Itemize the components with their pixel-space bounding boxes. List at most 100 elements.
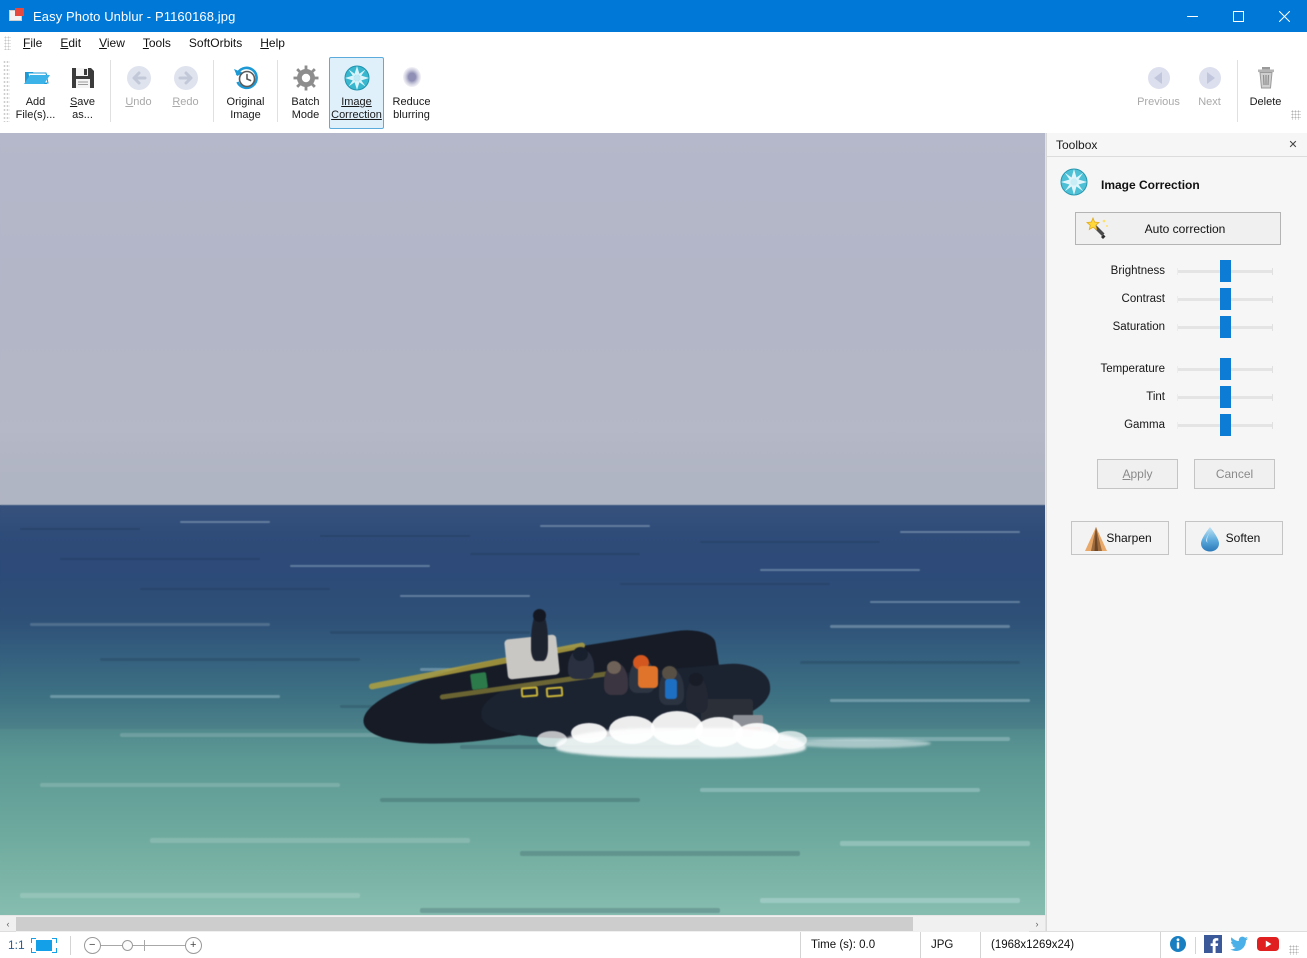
photo-image [0,133,1045,915]
youtube-icon[interactable] [1257,936,1279,955]
slider-track-brightness[interactable] [1177,260,1273,282]
scroll-right-arrow[interactable]: › [1029,916,1045,932]
minimize-button[interactable] [1169,0,1215,32]
main-content-area: ‹ › Toolbox ✕ [0,133,1307,931]
toolbar-batch-mode-button[interactable]: Batch Mode [282,57,329,129]
slider-thumb-temperature[interactable] [1220,358,1231,380]
slider-label-gamma: Gamma [1057,419,1177,431]
menu-help[interactable]: Help [251,33,294,53]
toolbar-undo-button[interactable]: Undo [115,57,162,129]
toolbar-next-button[interactable]: Next [1186,57,1233,129]
slider-label-brightness: Brightness [1057,265,1177,277]
slider-thumb-gamma[interactable] [1220,414,1231,436]
toolbar-reduce-blurring-button[interactable]: Reduce blurring [384,57,439,129]
gear-icon [291,63,321,93]
apply-cancel-row: Apply Cancel [1097,459,1275,489]
info-icon[interactable] [1169,935,1187,956]
zoom-slider[interactable]: − + [84,935,202,955]
next-arrow-icon [1195,63,1225,93]
canvas-container: ‹ › [0,133,1046,931]
status-social-icons [1160,932,1307,958]
slider-label-temperature: Temperature [1057,363,1177,375]
menu-view[interactable]: View [90,33,134,53]
menu-tools[interactable]: Tools [134,33,180,53]
toolbar-separator-4 [1237,60,1238,122]
slider-thumb-tint[interactable] [1220,386,1231,408]
toolbox-body: Image Correction Auto correction [1047,157,1307,931]
slider-track-saturation[interactable] [1177,316,1273,338]
zoom-slider-knob[interactable] [122,940,133,951]
zoom-in-button[interactable]: + [185,937,202,954]
toolbox-title: Toolbox [1056,138,1285,152]
menu-edit[interactable]: Edit [51,33,90,53]
resize-grip-icon[interactable] [1289,945,1299,955]
toolbar-add-files-label2: File(s)... [13,109,58,122]
maximize-button[interactable] [1215,0,1261,32]
toolbar-reduce-blurring-label1: Reduce [385,96,438,109]
toolbar-next-label: Next [1187,96,1232,109]
toolbar-previous-label: Previous [1132,96,1185,109]
close-button[interactable] [1261,0,1307,32]
toolbar-original-image-label1: Original [219,96,272,109]
slider-track-tint[interactable] [1177,386,1273,408]
toolbox-panel: Toolbox ✕ [1046,133,1307,931]
toolbar-redo-button[interactable]: Redo [162,57,209,129]
image-correction-section-icon [1059,167,1089,202]
slider-thumb-contrast[interactable] [1220,288,1231,310]
auto-correction-button[interactable]: Auto correction [1075,212,1281,245]
toolbar-delete-button[interactable]: Delete [1242,57,1289,129]
hscroll-track[interactable] [16,916,1029,932]
menu-grip-icon [4,36,11,50]
facebook-icon[interactable] [1204,935,1222,956]
slider-track-contrast[interactable] [1177,288,1273,310]
toolbar-original-image-button[interactable]: Original Image [218,57,273,129]
apply-button[interactable]: Apply [1097,459,1178,489]
toolbar-right-group: Previous Next [1131,54,1307,129]
menu-softorbits[interactable]: SoftOrbits [180,33,251,53]
add-files-icon [21,63,51,93]
image-canvas[interactable] [0,133,1045,915]
menu-file[interactable]: FFileile [14,33,51,53]
previous-arrow-icon [1144,63,1174,93]
slider-row-tint: Tint [1057,383,1297,411]
toolbar-reduce-blurring-label2: blurring [385,109,438,122]
toolbar-grip-icon [3,60,10,122]
slider-label-tint: Tint [1057,391,1177,403]
toolbox-close-icon[interactable]: ✕ [1285,137,1301,153]
hscroll-thumb[interactable] [16,917,913,931]
slider-track-gamma[interactable] [1177,414,1273,436]
slider-row-gamma: Gamma [1057,411,1297,439]
fit-to-window-icon[interactable] [31,938,57,953]
zoom-ratio-label: 1:1 [8,938,25,952]
water-drop-icon [1196,525,1224,553]
toolbar-save-as-button[interactable]: Save as... [59,57,106,129]
status-dimensions-cell: (1968x1269x24) [980,932,1160,958]
soften-button[interactable]: Soften [1185,521,1283,555]
toolbar-batch-mode-label2: Mode [283,109,328,122]
toolbar-previous-button[interactable]: Previous [1131,57,1186,129]
horizontal-scrollbar[interactable]: ‹ › [0,915,1045,931]
toolbox-header: Toolbox ✕ [1047,133,1307,157]
slider-thumb-brightness[interactable] [1220,260,1231,282]
toolbar-add-files-label1: Add [13,96,58,109]
boat-subject [361,611,793,761]
toolbar-separator-1 [110,60,111,122]
status-time-label: Time (s): 0.0 [811,939,875,951]
slider-track-temperature[interactable] [1177,358,1273,380]
scroll-left-arrow[interactable]: ‹ [0,916,16,932]
application-window: Easy Photo Unblur - P1160168.jpg FFileil… [0,0,1307,958]
toolbar-image-correction-button[interactable]: Image Correction [329,57,384,129]
magic-wand-icon [1084,217,1110,241]
blur-circle-icon [397,63,427,93]
toolbar-add-files-button[interactable]: Add File(s)... [12,57,59,129]
sharpen-button[interactable]: Sharpen [1071,521,1169,555]
cancel-button[interactable]: Cancel [1194,459,1275,489]
twitter-icon[interactable] [1230,935,1249,956]
zoom-out-button[interactable]: − [84,937,101,954]
app-icon [9,8,25,24]
adjustment-sliders: Brightness Contrast [1057,257,1297,439]
slider-thumb-saturation[interactable] [1220,316,1231,338]
toolbar-original-image-label2: Image [219,109,272,122]
redo-arrow-icon [171,63,201,93]
trash-icon [1251,63,1281,93]
